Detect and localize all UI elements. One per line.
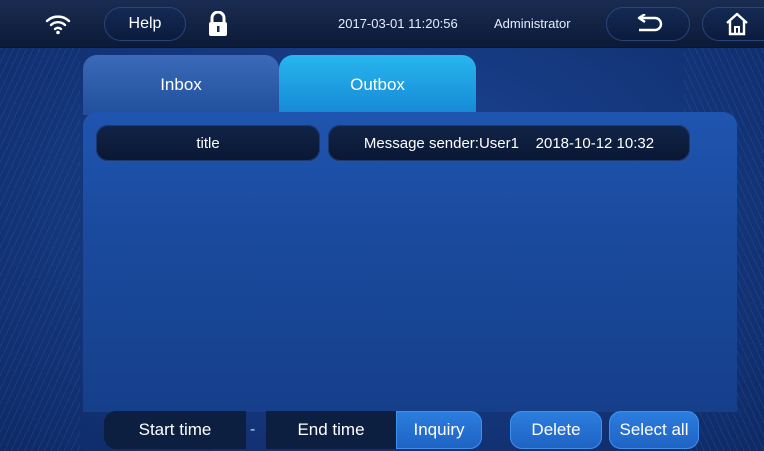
help-button[interactable]: Help <box>104 7 186 41</box>
delete-label: Delete <box>531 420 581 439</box>
end-time-field[interactable]: End time <box>266 411 396 449</box>
decorative-stripes-left <box>0 48 80 451</box>
inquiry-label: Inquiry <box>413 420 465 439</box>
back-arrow-icon <box>637 14 663 32</box>
wifi-icon[interactable] <box>40 10 76 38</box>
top-bar: Help 2017-03-01 11:20:56 Administrator <box>0 0 764 48</box>
tab-inbox-label: Inbox <box>160 75 202 94</box>
tab-outbox[interactable]: Outbox <box>279 55 476 115</box>
message-title-label: title <box>196 134 220 152</box>
message-sender-row[interactable]: Message sender:User1 2018-10-12 10:32 <box>328 125 690 161</box>
time-separator: - <box>250 421 256 438</box>
inquiry-button[interactable]: Inquiry <box>396 411 482 449</box>
home-icon <box>726 12 748 36</box>
message-sender-info: Message sender:User1 2018-10-12 10:32 <box>363 134 655 152</box>
select-all-label: Select all <box>619 420 689 439</box>
screen: Help 2017-03-01 11:20:56 Administrator I… <box>0 0 764 451</box>
back-button[interactable] <box>606 7 690 41</box>
start-time-field[interactable]: Start time <box>104 411 246 449</box>
datetime-display: 2017-03-01 11:20:56 <box>338 16 458 31</box>
lock-icon[interactable] <box>204 10 232 38</box>
select-all-button[interactable]: Select all <box>609 411 699 449</box>
end-time-label: End time <box>297 420 365 439</box>
home-button[interactable] <box>702 7 764 41</box>
start-time-label: Start time <box>138 420 212 439</box>
user-display: Administrator <box>494 16 571 31</box>
help-label: Help <box>128 15 162 32</box>
delete-button[interactable]: Delete <box>510 411 602 449</box>
message-title-field[interactable]: title <box>96 125 320 161</box>
tab-inbox[interactable]: Inbox <box>83 55 279 115</box>
tab-outbox-label: Outbox <box>350 75 405 94</box>
